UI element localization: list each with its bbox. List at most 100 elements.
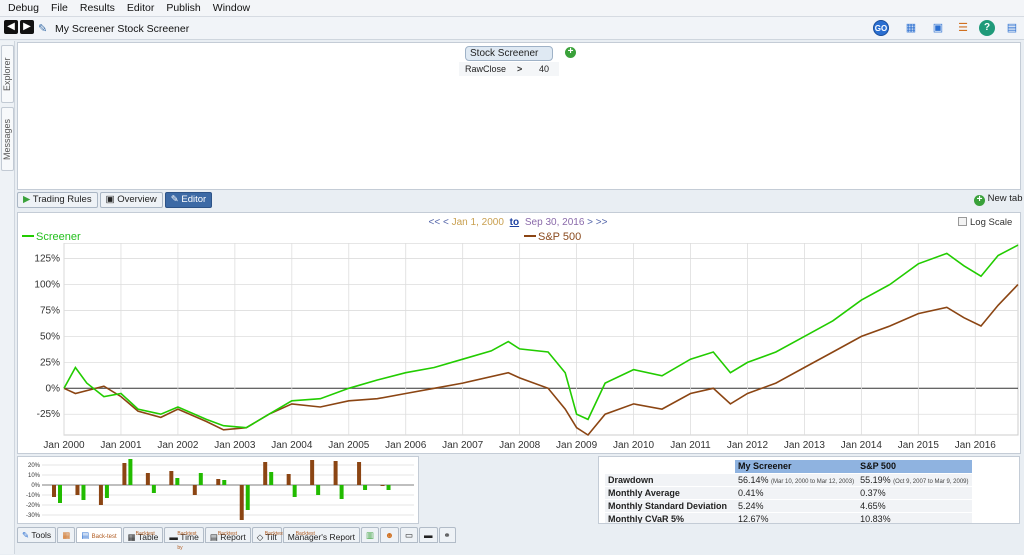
log-scale-toggle[interactable]: Log Scale	[958, 217, 1012, 228]
document-title: My Screener Stock Screener	[55, 23, 190, 35]
bar-screener	[58, 485, 62, 503]
bottom-tabs: ✎ Tools ▦ ▤ Back-test Backtest ▦ Table Ba…	[17, 527, 457, 551]
range-prev[interactable]: << <	[429, 217, 449, 228]
tab-backtest-time[interactable]: Backtest by ▬ Time	[164, 527, 204, 551]
tab-messages[interactable]: Messages	[1, 107, 14, 171]
x-tick-label: Jan 2006	[385, 440, 427, 451]
stat-value: 56.14%	[738, 474, 769, 485]
save-icon[interactable]: ▣	[930, 20, 946, 36]
stat-value-screener: 5.24%	[735, 499, 858, 513]
legend-screener: Screener	[22, 231, 81, 243]
stock-screener-rule-tab[interactable]: Stock Screener	[465, 46, 553, 61]
back-arrow-icon[interactable]: ◀	[4, 20, 18, 34]
rules-editor: Stock Screener + RawClose > 40	[17, 42, 1021, 190]
bar-screener	[81, 485, 86, 500]
rule-row[interactable]: RawClose > 40	[459, 62, 559, 76]
stock-screener-label: Stock Screener	[470, 48, 539, 59]
stat-value-sp500: 55.19% (Oct 9, 2007 to Mar 9, 2009)	[857, 473, 972, 487]
x-tick-label: Jan 2000	[43, 440, 85, 451]
rule-operator[interactable]: >	[517, 62, 522, 76]
log-scale-checkbox[interactable]	[958, 217, 967, 226]
tab-grid[interactable]: ▦	[57, 527, 76, 543]
tab-editor[interactable]: ✎ Editor	[164, 192, 213, 208]
stat-value-screener: 0.41%	[735, 486, 858, 500]
bar-screener	[175, 478, 180, 485]
mini-y-tick-label: 0%	[31, 483, 40, 489]
performance-chart: -25% 0% 25% 50% 75% 100% 125% Jan 2000 Jan 2001 J…	[34, 243, 1019, 451]
forward-arrow-icon[interactable]: ▶	[20, 20, 34, 34]
x-tick-label: Jan 2012	[727, 440, 769, 451]
tab-backtest-report[interactable]: Backtest ▤ Report	[204, 527, 251, 543]
stat-value-screener: 56.14% (Mar 10, 2000 to Mar 12, 2003)	[735, 473, 858, 487]
menu-file[interactable]: File	[45, 2, 74, 14]
tab-overview[interactable]: ▣ Overview	[99, 192, 163, 208]
rule-field[interactable]: RawClose	[465, 62, 506, 76]
x-tick-label: Jan 2007	[442, 440, 484, 451]
new-tab-button[interactable]: + New tab	[974, 193, 1023, 206]
mini-y-tick-label: 10%	[28, 473, 41, 479]
stats-panel: My Screener S&P 500 Drawdown 56.14% (Mar…	[598, 456, 1020, 524]
rule-value[interactable]: 40	[539, 62, 549, 76]
tab-sup: Backtest	[295, 531, 315, 537]
y-tick-label: 0%	[46, 383, 61, 394]
stat-value: 55.19%	[860, 474, 891, 485]
bar-screener	[386, 485, 391, 490]
tab-explorer[interactable]: Explorer	[1, 45, 14, 103]
chart-icon: ▤	[81, 530, 90, 540]
menu-window[interactable]: Window	[207, 2, 256, 14]
bar-sp500	[145, 473, 150, 485]
bar-screener	[128, 459, 133, 485]
tab-tools[interactable]: ✎ Tools	[17, 527, 57, 543]
menu-publish[interactable]: Publish	[160, 2, 206, 14]
chart-icon[interactable]: ▦	[903, 20, 919, 36]
y-tick-label: 25%	[40, 357, 60, 368]
add-rule-icon[interactable]: +	[565, 47, 576, 58]
tab-backtest-table[interactable]: Backtest ▦ Table	[122, 527, 164, 543]
stat-label: Drawdown	[605, 473, 735, 487]
table-row: Monthly Average 0.41% 0.37%	[605, 486, 972, 500]
bar-sp500	[310, 460, 315, 485]
go-button[interactable]: GO	[873, 20, 889, 36]
tab-extra-2[interactable]: ☻	[380, 527, 399, 543]
plus-icon: +	[974, 195, 985, 206]
bar-screener	[222, 480, 227, 485]
y-tick-label: 50%	[40, 331, 60, 342]
x-tick-label: Jan 2004	[271, 440, 313, 451]
tab-trading-rules[interactable]: ▶ Trading Rules	[17, 192, 98, 208]
table-row: Monthly Standard Deviation 5.24% 4.65%	[605, 499, 972, 513]
tab-backtest-tilt[interactable]: Backtest ◇ Tilt	[251, 527, 284, 543]
tab-extra-3[interactable]: ▭	[399, 527, 418, 543]
view-tabs: ▶ Trading Rules ▣ Overview ✎ Editor	[17, 192, 214, 208]
tab-managers-report[interactable]: Backtest Manager's Report	[282, 527, 360, 543]
bar-sp500	[286, 474, 291, 485]
range-end[interactable]: Sep 30, 2016	[525, 217, 585, 228]
bar-sp500	[333, 461, 338, 485]
list-icon[interactable]: ☰	[955, 20, 971, 36]
stat-label: Monthly Average	[605, 486, 735, 500]
stat-value-screener: 12.67%	[735, 512, 858, 523]
bar-sp500	[122, 463, 127, 485]
help-icon[interactable]: ?	[979, 20, 995, 36]
tab-backtest[interactable]: ▤ Back-test	[76, 527, 122, 543]
info-icon[interactable]: ▤	[1004, 20, 1020, 36]
range-next[interactable]: > >>	[587, 217, 607, 228]
menu-results[interactable]: Results	[74, 2, 121, 14]
tab-extra-1[interactable]: ▥	[360, 527, 380, 543]
range-to[interactable]: to	[510, 217, 519, 228]
range-start[interactable]: Jan 1, 2000	[452, 217, 504, 228]
report-icon: ▤	[209, 532, 218, 542]
menu-debug[interactable]: Debug	[2, 2, 45, 14]
tab-extra-5[interactable]: ⚭	[438, 527, 456, 543]
x-tick-label: Jan 2002	[157, 440, 199, 451]
bar-sp500	[216, 479, 221, 485]
bar-sp500	[263, 462, 268, 485]
legend-screener-label: Screener	[36, 231, 81, 243]
stat-label: Monthly CVaR 5%	[605, 512, 735, 523]
tab-trading-rules-label: Trading Rules	[32, 194, 92, 205]
bar-sp500	[169, 471, 174, 485]
menu-editor[interactable]: Editor	[121, 2, 160, 14]
toolbar: ◀ ▶ ✎ My Screener Stock Screener GO ▦ ▣ …	[0, 17, 1024, 40]
tab-extra-4[interactable]: ▬	[419, 527, 438, 543]
x-tick-label: Jan 2009	[556, 440, 598, 451]
stat-value-sp500: 10.83%	[857, 512, 972, 523]
